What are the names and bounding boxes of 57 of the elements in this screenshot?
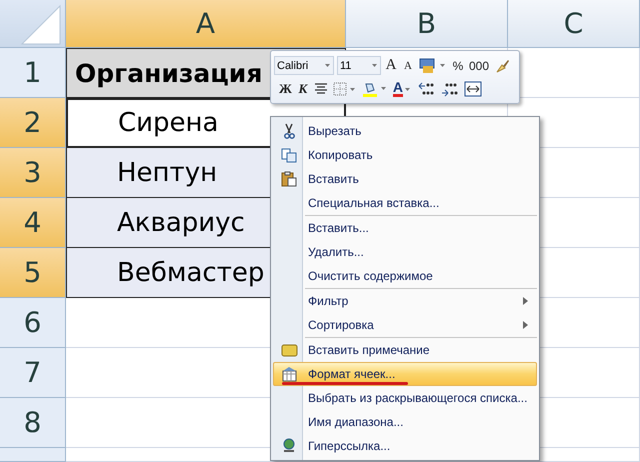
menu-item[interactable]: Имя диапазона... [273, 410, 537, 434]
merge-cells-icon [464, 80, 482, 96]
menu-item[interactable]: Вставить примечание [273, 338, 537, 362]
clipboard-icon [280, 170, 298, 188]
increase-decimal-icon [418, 80, 436, 96]
align-center-icon [314, 82, 328, 95]
decrease-decimal-icon [440, 80, 459, 96]
row-header[interactable]: 4 [0, 198, 66, 248]
caret-icon [324, 62, 331, 69]
brush-icon [494, 58, 510, 74]
font-name: Calibri [277, 60, 308, 72]
menu-item[interactable]: Сортировка [273, 313, 537, 337]
cell-text: Организация [75, 58, 262, 88]
row-header[interactable]: 5 [0, 248, 66, 298]
merge-center-button[interactable] [462, 79, 483, 98]
cell-text: Сирена [118, 108, 218, 138]
size-field[interactable]: 11 [337, 56, 381, 75]
font-color-button[interactable]: A [392, 79, 414, 98]
menu-label: Выбрать из раскрывающегося списка... [307, 391, 528, 405]
column-header[interactable]: C [508, 0, 640, 48]
menu-item[interactable]: Гиперссылка... [273, 434, 537, 458]
row-header[interactable]: 8 [0, 398, 66, 448]
format-cells-icon [280, 366, 298, 382]
bold-button[interactable]: Ж [278, 79, 293, 98]
menu-label: Формат ячеек... [307, 367, 396, 381]
cell-styles-button[interactable] [418, 56, 448, 75]
menu-item[interactable]: Выбрать из раскрывающегося списка... [273, 386, 537, 410]
menu-label: Имя диапазона... [307, 415, 404, 429]
shrink-font-button[interactable]: A [401, 56, 415, 75]
menu-label: Вставить примечание [307, 343, 431, 357]
cell-text: Вебмастер [117, 258, 264, 288]
italic-button[interactable]: К [296, 79, 310, 98]
format-button[interactable]: % [451, 56, 465, 75]
cell-text: Аквариус [117, 208, 245, 238]
menu-label: Сортировка [307, 318, 375, 332]
cell-styles-icon [419, 58, 447, 74]
column-header[interactable]: A [66, 0, 346, 48]
row-header[interactable]: 2 [0, 98, 66, 148]
column-header[interactable]: B [346, 0, 508, 48]
fill-bucket-icon [362, 80, 388, 96]
submenu-arrow-icon [523, 321, 528, 329]
format-button[interactable]: 000 [468, 56, 490, 75]
note-icon [280, 342, 298, 358]
row-header[interactable]: 1 [0, 48, 66, 98]
caret-icon [371, 62, 378, 69]
cell-text: Нептун [117, 158, 218, 188]
font-field[interactable]: Calibri [274, 56, 334, 75]
submenu-arrow-icon [523, 297, 528, 305]
row-header[interactable]: 6 [0, 298, 66, 348]
grow-font-button[interactable]: A [384, 56, 398, 75]
hyperlink-icon [280, 438, 298, 454]
menu-label: Гиперссылка... [307, 439, 392, 453]
row-header[interactable]: 7 [0, 348, 66, 398]
copy-icon [280, 146, 298, 164]
row-header[interactable]: 3 [0, 148, 66, 198]
menu-item[interactable]: Формат ячеек... [273, 362, 537, 386]
borders-icon [332, 82, 357, 96]
